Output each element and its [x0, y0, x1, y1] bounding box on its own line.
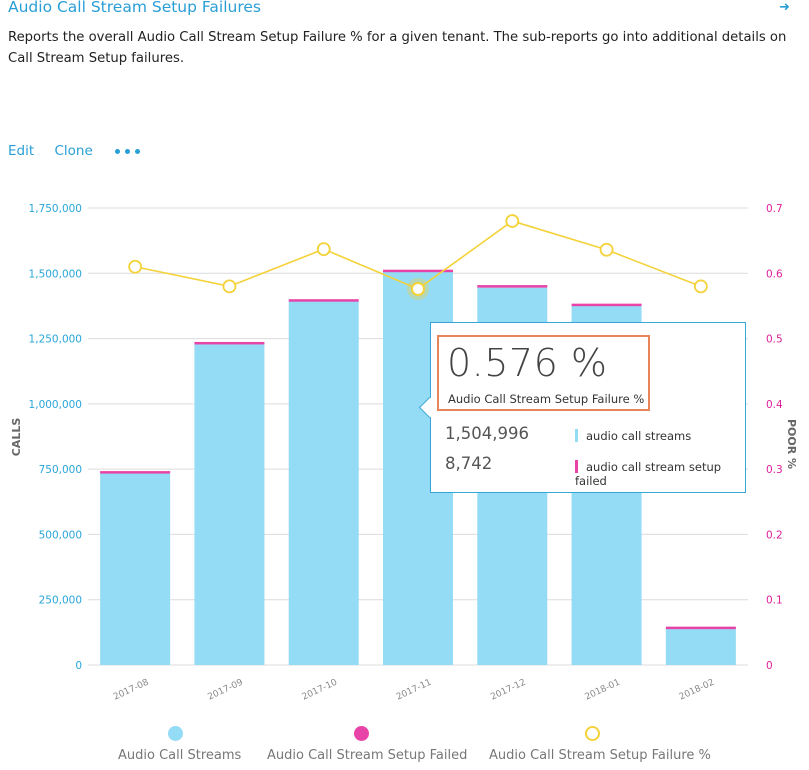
y-axis-title-right: POOR %	[785, 419, 798, 469]
y-tick-label-right: 0.6	[766, 268, 783, 280]
legend-pct-label[interactable]: Audio Call Stream Setup Failure %	[489, 748, 711, 763]
legend-pct-icon[interactable]	[585, 726, 600, 741]
y-tick-label-right: 0.2	[766, 529, 783, 541]
x-tick-label: 2017-08	[112, 678, 151, 703]
legend-streams-label[interactable]: Audio Call Streams	[118, 748, 241, 763]
y-tick-label-right: 0.1	[766, 595, 783, 607]
bar-setup-failed	[571, 303, 642, 307]
y-tick-label-right: 0.7	[766, 203, 783, 215]
point-failure-pct	[599, 242, 614, 257]
point-failure-pct	[411, 281, 425, 296]
y-tick-label-right: 0.4	[766, 399, 783, 411]
point-failure-pct	[505, 214, 520, 228]
tooltip-failed-label-text: audio call stream setup failed	[575, 460, 722, 488]
y-axis-title-left: CALLS	[10, 418, 23, 457]
bar-setup-failed	[665, 626, 736, 630]
x-tick-label: 2017-11	[395, 678, 433, 703]
y-tick-label-left: 1,500,000	[29, 268, 82, 280]
point-failure-pct	[222, 279, 237, 294]
bar-setup-failed	[288, 299, 359, 302]
y-tick-label-right: 0.5	[766, 334, 783, 346]
legend-failed-icon[interactable]	[354, 726, 369, 741]
tooltip-big-value: 0.576 %	[447, 341, 608, 385]
tooltip-failed-value: 8,742	[445, 454, 493, 473]
y-tick-label-left: 250,000	[39, 595, 82, 607]
y-tick-label-left: 1,000,000	[29, 399, 82, 411]
tooltip-big-label: Audio Call Stream Setup Failure %	[448, 392, 645, 406]
bar-setup-failed	[477, 285, 548, 288]
failed-swatch	[575, 460, 578, 473]
legend-streams-icon[interactable]	[168, 726, 183, 741]
y-tick-label-left: 1,750,000	[29, 203, 82, 215]
x-tick-label: 2017-09	[206, 678, 245, 703]
chart-tooltip: 0.576 % Audio Call Stream Setup Failure …	[430, 322, 746, 493]
tooltip-failed-label: audio call stream setup failed	[575, 460, 745, 488]
y-tick-label-left: 750,000	[39, 464, 82, 476]
point-failure-pct	[693, 279, 708, 294]
x-tick-label: 2018-02	[678, 678, 716, 703]
x-tick-label: 2017-12	[489, 678, 527, 703]
point-failure-pct	[128, 259, 143, 274]
bar-setup-failed	[194, 341, 265, 345]
bar-audio-call-streams	[288, 301, 359, 665]
y-tick-label-left: 0	[75, 660, 82, 672]
bar-audio-call-streams	[100, 472, 171, 665]
x-tick-label: 2017-10	[301, 678, 340, 703]
y-tick-label-right: 0.3	[766, 464, 783, 476]
tooltip-streams-value: 1,504,996	[445, 424, 529, 443]
tooltip-highlight-box: 0.576 % Audio Call Stream Setup Failure …	[437, 335, 650, 411]
y-tick-label-left: 500,000	[39, 529, 82, 541]
bar-audio-call-streams	[665, 626, 736, 665]
bar-audio-call-streams	[194, 343, 265, 665]
legend-failed-label[interactable]: Audio Call Stream Setup Failed	[267, 748, 467, 763]
tooltip-streams-label-text: audio call streams	[586, 429, 692, 443]
y-tick-label-left: 1,250,000	[29, 334, 82, 346]
tooltip-streams-label: audio call streams	[575, 429, 691, 443]
x-tick-label: 2018-01	[584, 678, 622, 703]
streams-swatch	[575, 429, 578, 442]
y-tick-label-right: 0	[766, 660, 773, 672]
point-failure-pct	[316, 242, 331, 257]
bar-setup-failed	[100, 471, 171, 474]
